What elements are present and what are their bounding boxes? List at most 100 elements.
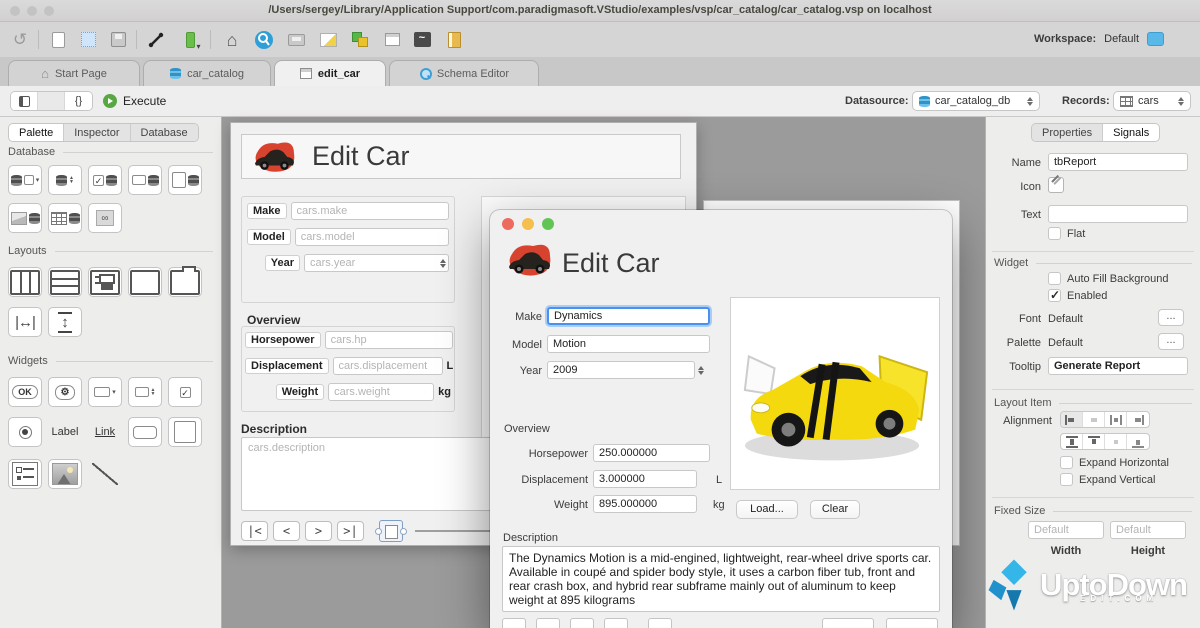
nav-next-button[interactable] xyxy=(570,618,594,628)
align-left-icon[interactable] xyxy=(1061,412,1083,427)
tab-inspector[interactable]: Inspector xyxy=(64,124,130,141)
model-field[interactable] xyxy=(295,228,449,246)
selected-edit-widget[interactable] xyxy=(379,520,403,542)
nav-next-button[interactable]: > xyxy=(305,521,332,541)
displacement-field[interactable] xyxy=(333,357,443,375)
auto-fill-background-checkbox[interactable] xyxy=(1048,272,1061,285)
schema-editor-icon[interactable] xyxy=(252,28,276,51)
db-image-icon[interactable] xyxy=(8,203,42,233)
save-icon[interactable] xyxy=(106,28,130,51)
tab-car-catalog[interactable]: car_catalog xyxy=(143,60,271,86)
edit-car-dialog[interactable]: Edit Car Make Model Year Overview Horsep… xyxy=(490,210,952,628)
selection-handle[interactable] xyxy=(400,528,407,535)
expand-vertical-checkbox[interactable] xyxy=(1060,473,1073,486)
load-button[interactable]: Load... xyxy=(736,500,798,519)
tab-start-page[interactable]: ⌂ Start Page xyxy=(8,60,140,86)
weight-field[interactable] xyxy=(328,383,434,401)
icon-picker-button[interactable] xyxy=(1048,177,1064,193)
description-field[interactable]: The Dynamics Motion is a mid-engined, li… xyxy=(502,546,940,612)
data-transfer-icon[interactable] xyxy=(348,28,372,51)
code-view-icon[interactable]: {} xyxy=(65,92,92,110)
datasource-select[interactable]: car_catalog_db xyxy=(912,91,1040,111)
tab-page-layout-icon[interactable] xyxy=(168,267,202,297)
new-window-icon[interactable] xyxy=(380,28,404,51)
vertical-spacer-icon[interactable]: ↕ xyxy=(48,307,82,337)
push-button-icon[interactable]: OK xyxy=(8,377,42,407)
enabled-checkbox[interactable] xyxy=(1048,289,1061,302)
tab-signals[interactable]: Signals xyxy=(1103,124,1159,141)
print-icon[interactable] xyxy=(284,28,308,51)
fixed-height-field[interactable] xyxy=(1110,521,1186,539)
diagram-icon[interactable] xyxy=(316,28,340,51)
tab-palette[interactable]: Palette xyxy=(9,124,64,141)
make-field[interactable] xyxy=(547,307,710,325)
year-field[interactable] xyxy=(304,254,449,272)
tooltip-field[interactable] xyxy=(1048,357,1188,375)
image-widget-icon[interactable] xyxy=(48,459,82,489)
db-spinbox-icon[interactable]: ▲▼ xyxy=(48,165,82,195)
horsepower-field[interactable] xyxy=(325,331,453,349)
record-slider[interactable] xyxy=(415,530,491,532)
db-grid-icon[interactable] xyxy=(48,203,82,233)
db-link-icon[interactable]: ∞ xyxy=(88,203,122,233)
spinbox-icon[interactable]: ▲▼ xyxy=(128,377,162,407)
tab-schema-editor[interactable]: Schema Editor xyxy=(389,60,539,86)
workspace-value[interactable]: Default xyxy=(1104,33,1139,45)
model-field[interactable] xyxy=(547,335,710,353)
make-field[interactable] xyxy=(291,202,449,220)
nav-first-button[interactable] xyxy=(502,618,526,628)
align-bottom-icon[interactable] xyxy=(1127,434,1149,449)
minimize-icon[interactable] xyxy=(522,218,534,230)
line-edit-icon[interactable] xyxy=(128,417,162,447)
align-top-icon[interactable] xyxy=(1083,434,1105,449)
name-field[interactable] xyxy=(1048,153,1188,171)
nav-last-button[interactable] xyxy=(604,618,628,628)
tab-properties[interactable]: Properties xyxy=(1032,124,1103,141)
align-right-icon[interactable] xyxy=(1127,412,1149,427)
year-field[interactable] xyxy=(547,361,695,379)
displacement-field[interactable] xyxy=(593,470,697,488)
font-more-button[interactable]: ... xyxy=(1158,309,1184,326)
expand-horizontal-checkbox[interactable] xyxy=(1060,456,1073,469)
label-widget-icon[interactable]: Label xyxy=(48,417,82,447)
clear-button[interactable]: Clear xyxy=(810,500,860,519)
bookmark-icon[interactable] xyxy=(178,28,202,51)
align-justify-h-icon[interactable] xyxy=(1105,412,1127,427)
report-icon[interactable] xyxy=(442,28,466,51)
connect-icon[interactable] xyxy=(144,28,168,51)
text-field[interactable] xyxy=(1048,205,1188,223)
dialog-bottom-button[interactable] xyxy=(886,618,938,628)
close-icon[interactable] xyxy=(502,218,514,230)
list-widget-icon[interactable] xyxy=(8,459,42,489)
fixed-width-field[interactable] xyxy=(1028,521,1104,539)
align-fill-v-icon[interactable] xyxy=(1061,434,1083,449)
weight-field[interactable] xyxy=(593,495,697,513)
execute-button[interactable]: Execute xyxy=(103,94,166,108)
undo-icon[interactable]: ↺ xyxy=(8,28,32,51)
edit-toggle-button[interactable] xyxy=(648,618,672,628)
records-select[interactable]: cars xyxy=(1113,91,1191,111)
tab-edit-car[interactable]: edit_car xyxy=(274,60,386,86)
open-project-icon[interactable] xyxy=(76,28,100,51)
year-stepper[interactable] xyxy=(694,361,707,379)
dialog-bottom-button[interactable] xyxy=(822,618,874,628)
combobox-icon[interactable]: ▾ xyxy=(88,377,122,407)
db-combobox-icon[interactable]: ▾ xyxy=(8,165,42,195)
tab-database[interactable]: Database xyxy=(131,124,198,141)
rows-layout-icon[interactable] xyxy=(48,267,82,297)
align-middle-icon[interactable] xyxy=(1105,434,1127,449)
link-widget-icon[interactable]: Link xyxy=(88,417,122,447)
align-center-h-icon[interactable] xyxy=(1083,412,1105,427)
home-icon[interactable]: ⌂ xyxy=(220,28,244,51)
columns-layout-icon[interactable] xyxy=(8,267,42,297)
db-checkbox-icon[interactable]: ✓ xyxy=(88,165,122,195)
frame-layout-icon[interactable] xyxy=(128,267,162,297)
workspace-icon[interactable] xyxy=(1147,32,1164,46)
year-stepper[interactable] xyxy=(436,254,449,272)
palette-more-button[interactable]: ... xyxy=(1158,333,1184,350)
nav-previous-button[interactable]: < xyxy=(273,521,300,541)
tool-button-icon[interactable]: ⚙ xyxy=(48,377,82,407)
radio-button-icon[interactable] xyxy=(8,417,42,447)
sql-editor-icon[interactable]: ~ xyxy=(410,28,434,51)
form-layout-icon[interactable] xyxy=(88,267,122,297)
